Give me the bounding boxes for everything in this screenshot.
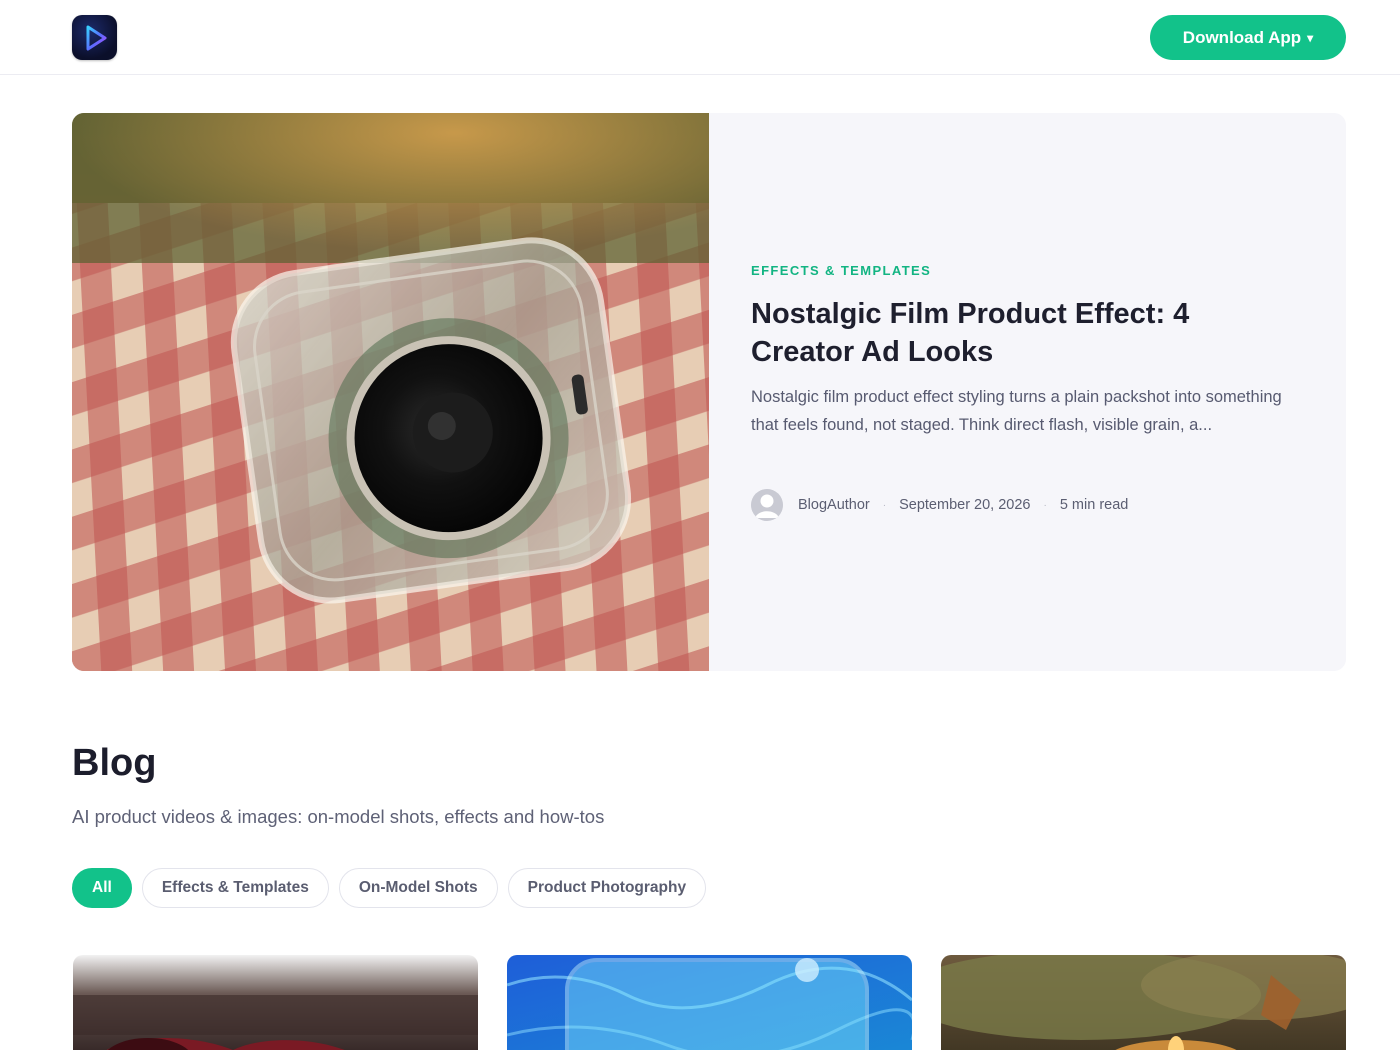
- play-logo-icon[interactable]: [72, 15, 117, 60]
- featured-post-title[interactable]: Nostalgic Film Product Effect: 4 Creator…: [751, 295, 1291, 371]
- filter-chip-on-model-shots[interactable]: On-Model Shots: [338, 868, 498, 908]
- meta-separator: ·: [1043, 499, 1047, 511]
- featured-post-excerpt: Nostalgic film product effect styling tu…: [751, 388, 1282, 434]
- download-app-button[interactable]: Download App ▾: [1150, 15, 1346, 60]
- chevron-down-icon: ▾: [1307, 30, 1314, 45]
- featured-post-content: EFFECTS & TEMPLATES Nostalgic Film Produ…: [751, 113, 1311, 671]
- read-time: 5 min read: [1059, 497, 1129, 513]
- filter-chip-product-photography[interactable]: Product Photography: [507, 868, 707, 908]
- author-name[interactable]: BlogAuthor: [798, 497, 870, 513]
- filter-chip-all[interactable]: All: [72, 868, 132, 908]
- meta-separator: ·: [882, 499, 887, 511]
- featured-post-meta: BlogAuthor · September 20, 2026 · 5 min …: [751, 489, 1128, 521]
- post-card-image[interactable]: [941, 955, 1346, 1050]
- featured-category-tag[interactable]: EFFECTS & TEMPLATES: [751, 263, 931, 278]
- page-subtitle: AI product videos & images: on-model sho…: [72, 806, 605, 827]
- category-filter-bar: All Effects & Templates On-Model Shots P…: [72, 868, 707, 908]
- post-card-image[interactable]: [73, 955, 478, 1050]
- filter-chip-effects-templates[interactable]: Effects & Templates: [141, 868, 329, 908]
- post-date: September 20, 2026: [899, 497, 1031, 513]
- featured-post-card[interactable]: EFFECTS & TEMPLATES Nostalgic Film Produ…: [72, 113, 1346, 671]
- post-card-image[interactable]: [507, 955, 912, 1050]
- top-header: Download App ▾: [0, 0, 1400, 75]
- author-avatar: [751, 489, 783, 521]
- download-app-label: Download App: [1182, 27, 1302, 47]
- featured-post-image[interactable]: [72, 113, 709, 671]
- page-title: Blog: [72, 742, 157, 784]
